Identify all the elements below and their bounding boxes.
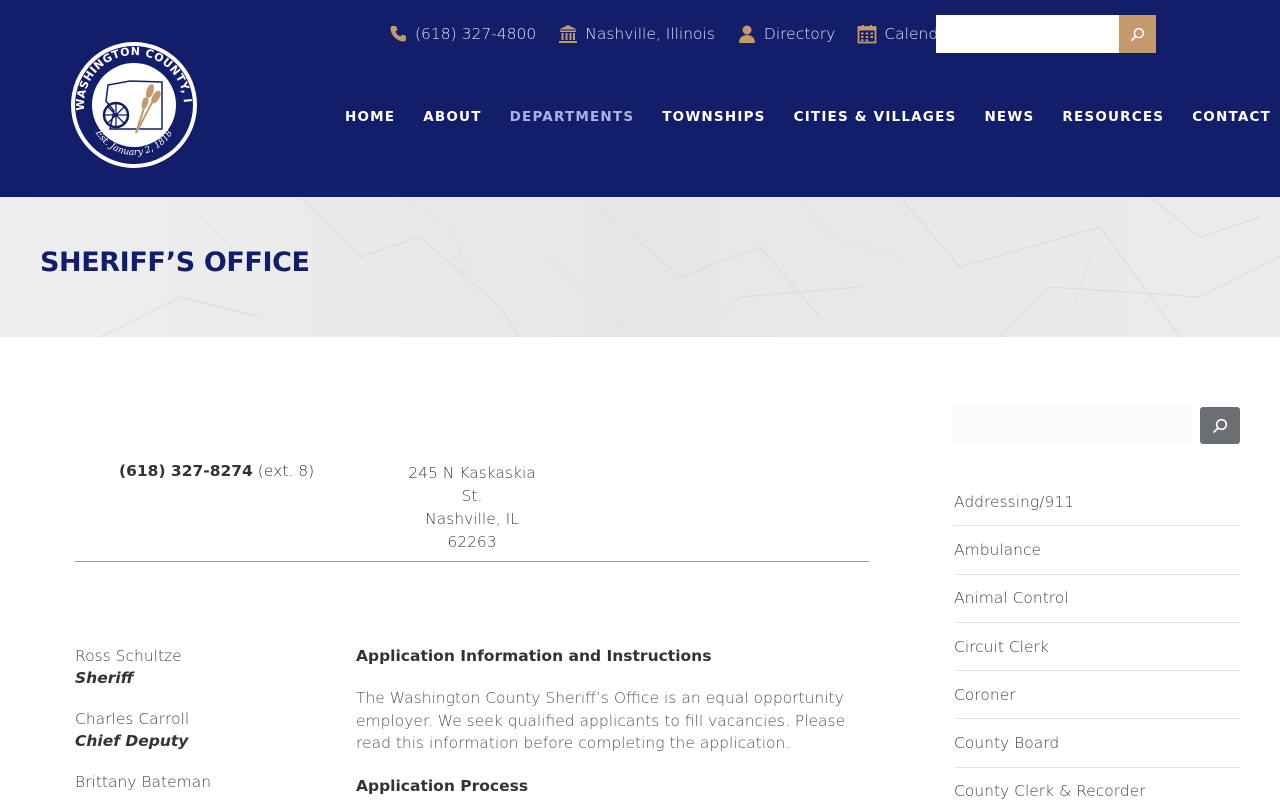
main-nav: HOME ABOUT DEPARTMENTS TOWNSHIPS CITIES … (345, 107, 1271, 127)
sidebar-search-input[interactable] (952, 407, 1192, 444)
application-process-heading: Application Process (356, 776, 529, 795)
directory-text: Directory (763, 25, 836, 43)
page-banner: SHERIFF’S OFFICE (0, 197, 1280, 337)
staff-list: Ross Schultze Sheriff Charles Carroll Ch… (75, 645, 325, 800)
location-link[interactable]: Nashville, Illinois (558, 24, 715, 44)
office-address: 245 N Kaskaskia St. Nashville, IL 62263 (404, 462, 540, 554)
sidebar-item-coroner[interactable]: Coroner (954, 671, 1240, 720)
directory-link[interactable]: Directory (737, 24, 835, 44)
application-heading: Application Information and Instructions (356, 647, 712, 665)
nav-about[interactable]: ABOUT (423, 107, 481, 127)
site-header: WASHINGTON COUNTY, IL Est. January 2, 18… (0, 0, 1280, 197)
utility-bar: (618) 327-4800 Nashville, Illinois Direc… (388, 15, 976, 53)
person-icon (738, 25, 755, 43)
application-info: Application Information and Instructions… (356, 645, 876, 800)
phone-icon (390, 26, 406, 42)
section-divider (75, 561, 869, 562)
staff-name: Charles Carroll (75, 710, 190, 728)
office-phone[interactable]: (618) 327-8274 (ext. 8) (119, 462, 314, 480)
header-search (936, 15, 1156, 53)
staff-title: Sheriff (75, 669, 134, 687)
office-phone-number: (618) 327-8274 (119, 462, 253, 480)
sidebar-item-county-clerk-recorder[interactable]: County Clerk & Recorder (954, 768, 1240, 800)
nav-resources[interactable]: RESOURCES (1062, 107, 1164, 127)
search-icon (1212, 418, 1228, 433)
application-body: The Washington County Sheriff’s Office i… (356, 689, 846, 752)
sidebar-item-county-board[interactable]: County Board (954, 719, 1240, 768)
sidebar-item-animal-control[interactable]: Animal Control (954, 575, 1240, 623)
staff-member: Ross Schultze Sheriff (75, 645, 325, 689)
nav-departments[interactable]: DEPARTMENTS (510, 107, 635, 127)
sidebar-item-addressing-911[interactable]: Addressing/911 (954, 478, 1240, 527)
phone-text: (618) 327-4800 (415, 25, 537, 43)
nav-home[interactable]: HOME (345, 107, 395, 127)
staff-member: Charles Carroll Chief Deputy (75, 708, 325, 752)
department-sidebar-list: Addressing/911 Ambulance Animal Control … (954, 478, 1240, 800)
header-search-button[interactable] (1119, 15, 1156, 53)
office-phone-ext: (ext. 8) (257, 462, 315, 480)
location-text: Nashville, Illinois (585, 25, 715, 43)
calendar-icon (857, 25, 877, 44)
sidebar-search-button[interactable] (1200, 407, 1240, 444)
nav-townships[interactable]: TOWNSHIPS (662, 107, 765, 127)
nav-news[interactable]: NEWS (984, 107, 1034, 127)
courthouse-icon (559, 25, 578, 43)
nav-cities-villages[interactable]: CITIES & VILLAGES (794, 107, 957, 127)
staff-title: Chief Deputy (75, 732, 189, 750)
address-line2: Nashville, IL 62263 (425, 510, 519, 551)
staff-name: Ross Schultze (75, 647, 182, 665)
county-seal-logo[interactable]: WASHINGTON COUNTY, IL Est. January 2, 18… (70, 41, 198, 169)
page-title: SHERIFF’S OFFICE (40, 247, 310, 278)
header-search-input[interactable] (936, 15, 1119, 53)
search-icon (1130, 27, 1145, 41)
sidebar-item-ambulance[interactable]: Ambulance (954, 526, 1240, 575)
phone-link[interactable]: (618) 327-4800 (388, 24, 536, 44)
address-line1: 245 N Kaskaskia St. (408, 464, 536, 505)
sidebar-item-circuit-clerk[interactable]: Circuit Clerk (954, 623, 1240, 672)
nav-contact[interactable]: CONTACT (1192, 107, 1271, 127)
staff-name: Brittany Bateman (75, 773, 212, 791)
staff-member: Brittany Bateman (75, 771, 325, 793)
sidebar-search (952, 407, 1240, 444)
